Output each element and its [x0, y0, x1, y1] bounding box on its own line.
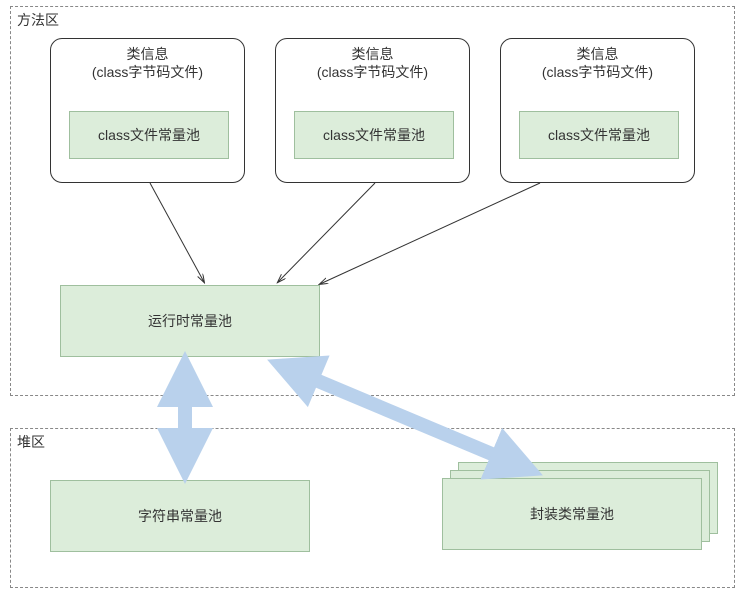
wrapper-constant-pool: 封装类常量池: [442, 478, 702, 550]
class-info-title-line2-c: (class字节码文件): [542, 64, 653, 80]
heap-area-label: 堆区: [17, 432, 45, 452]
class-info-box-3: 类信息 (class字节码文件) class文件常量池: [500, 38, 695, 183]
class-info-title-line2: (class字节码文件): [92, 64, 203, 80]
class-file-pool-1: class文件常量池: [69, 111, 229, 159]
class-info-title-1: 类信息 (class字节码文件): [51, 39, 244, 81]
runtime-constant-pool: 运行时常量池: [60, 285, 320, 357]
string-constant-pool: 字符串常量池: [50, 480, 310, 552]
class-info-box-2: 类信息 (class字节码文件) class文件常量池: [275, 38, 470, 183]
class-file-pool-2: class文件常量池: [294, 111, 454, 159]
class-info-title-line1-b: 类信息: [352, 46, 394, 62]
class-info-title-2: 类信息 (class字节码文件): [276, 39, 469, 81]
class-info-box-1: 类信息 (class字节码文件) class文件常量池: [50, 38, 245, 183]
class-info-title-3: 类信息 (class字节码文件): [501, 39, 694, 81]
class-info-title-line1: 类信息: [127, 46, 169, 62]
class-file-pool-3: class文件常量池: [519, 111, 679, 159]
class-info-title-line2-b: (class字节码文件): [317, 64, 428, 80]
method-area-label: 方法区: [17, 10, 59, 30]
class-info-title-line1-c: 类信息: [577, 46, 619, 62]
